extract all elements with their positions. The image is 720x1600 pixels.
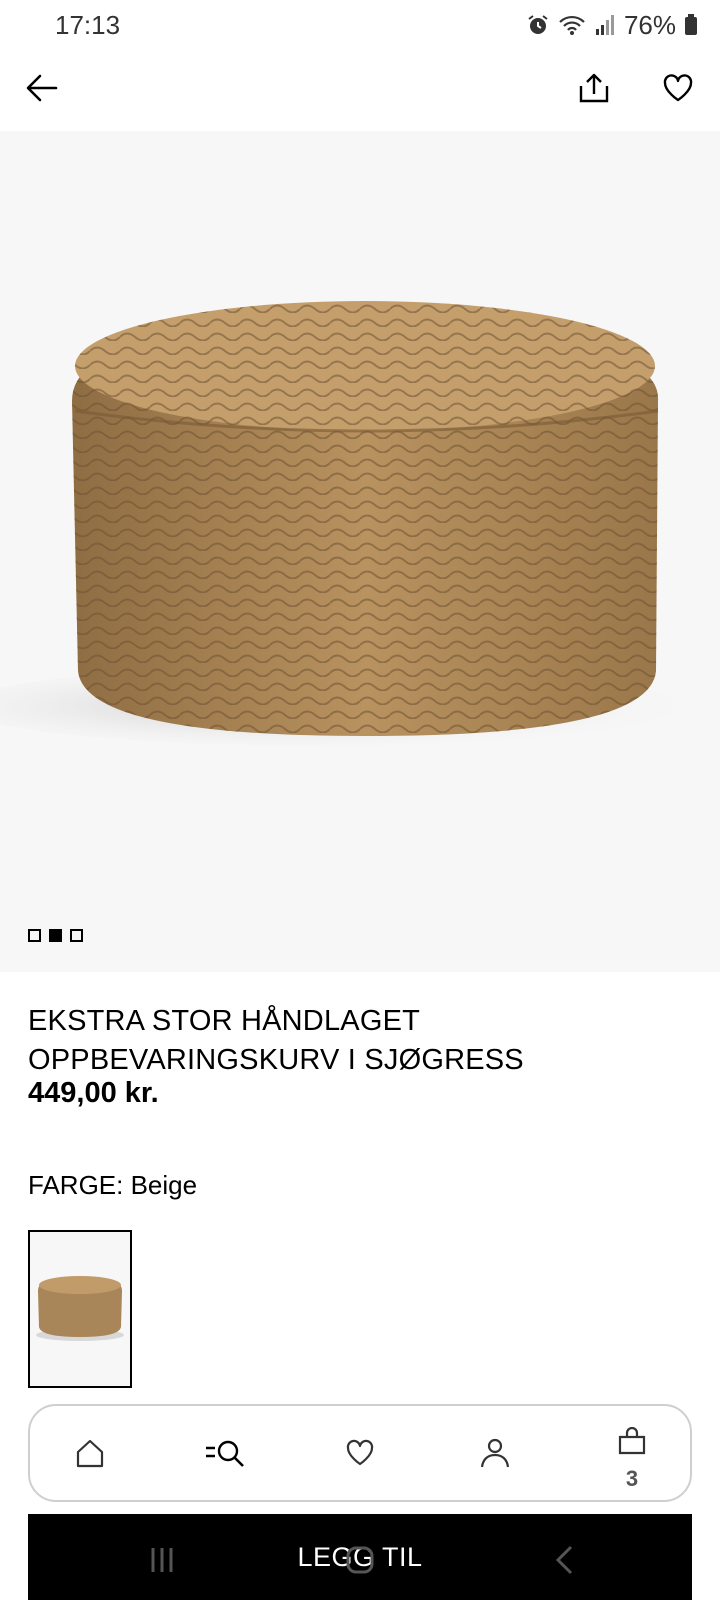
heart-icon — [663, 74, 693, 102]
swatch-thumbnail — [36, 1276, 124, 1341]
product-title-line1: EKSTRA STOR HÅNDLAGET — [28, 1005, 421, 1037]
nav-bag[interactable]: 3 — [592, 1406, 672, 1500]
product-price: 449,00 kr. — [28, 1077, 159, 1109]
favorite-button[interactable] — [658, 68, 698, 108]
alarm-icon — [528, 15, 548, 34]
battery-percent: 76% — [623, 9, 676, 40]
pager-dot[interactable] — [28, 929, 41, 942]
top-app-bar — [0, 60, 720, 120]
nav-account[interactable] — [455, 1406, 535, 1500]
search-icon — [206, 1440, 244, 1467]
signal-icon — [595, 15, 614, 35]
bottom-navigation: 3 — [28, 1404, 692, 1502]
nav-favorites[interactable] — [320, 1406, 400, 1500]
product-image — [0, 301, 680, 746]
bag-count: 3 — [625, 1466, 639, 1491]
system-recents-button[interactable] — [142, 1538, 182, 1582]
color-swatch-beige[interactable] — [28, 1230, 132, 1388]
heart-icon — [346, 1439, 374, 1466]
status-icons: 76% — [526, 10, 698, 40]
back-button[interactable] — [22, 68, 62, 108]
status-bar: 17:13 76% — [0, 0, 720, 50]
status-time: 17:13 — [55, 10, 121, 40]
system-home-icon — [346, 1546, 374, 1574]
system-back-icon — [555, 1545, 573, 1575]
color-label: FARGE: Beige — [28, 1170, 198, 1200]
system-home-button[interactable] — [340, 1538, 380, 1582]
wifi-icon — [559, 15, 585, 35]
recents-icon — [151, 1548, 173, 1572]
product-title-line2: OPPBEVARINGSKURV I SJØGRESS — [28, 1044, 524, 1076]
back-arrow-icon — [26, 74, 58, 102]
product-image-gallery[interactable] — [0, 131, 720, 972]
battery-icon — [685, 14, 697, 35]
share-button[interactable] — [574, 68, 614, 108]
home-icon — [76, 1439, 104, 1468]
share-icon — [579, 73, 609, 103]
gallery-pager — [28, 929, 83, 942]
system-back-button[interactable] — [546, 1538, 586, 1582]
pager-dot-active[interactable] — [49, 929, 62, 942]
product-title: EKSTRA STOR HÅNDLAGET OPPBEVARINGSKURV I… — [28, 1002, 668, 1080]
pager-dot[interactable] — [70, 929, 83, 942]
account-icon — [480, 1438, 510, 1468]
nav-home[interactable] — [50, 1406, 130, 1500]
bag-icon — [618, 1427, 646, 1455]
nav-search[interactable] — [185, 1406, 265, 1500]
